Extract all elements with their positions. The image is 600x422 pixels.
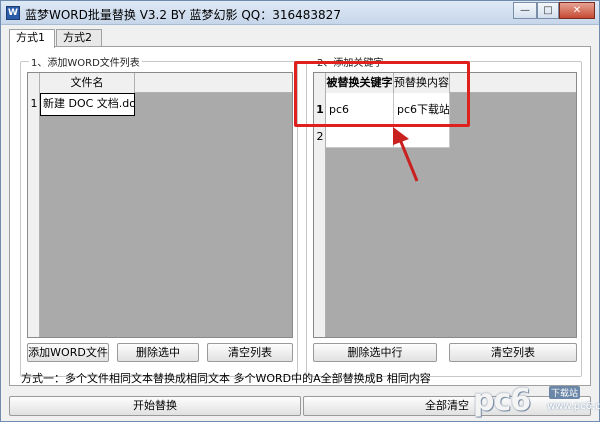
row-header-column: 1 <box>28 93 40 337</box>
pc6-watermark: pc6 下载站 www.pc6.com <box>473 383 600 418</box>
start-replace-button[interactable]: 开始替换 <box>9 396 301 416</box>
close-button[interactable]: ✕ <box>559 2 595 19</box>
word-file-group-caption: 1、添加WORD文件列表 <box>29 54 142 69</box>
annotation-arrow-icon <box>393 127 419 182</box>
window-title: 蓝梦WORD批量替换 V3.2 BY 蓝梦幻影 QQ：316483827 <box>25 8 341 22</box>
word-file-group: 1、添加WORD文件列表 文件名 1 新建 DOC 文档.doc 添加WORD文… <box>20 54 298 377</box>
add-word-file-button[interactable]: 添加WORD文件 <box>27 343 109 362</box>
maximize-button[interactable]: □ <box>537 2 559 19</box>
tab-method-2[interactable]: 方式2 <box>56 29 102 47</box>
watermark-logo: pc6 <box>473 383 531 418</box>
tab-method-1[interactable]: 方式1 <box>9 29 55 48</box>
method-hint-text: 方式一：多个文件相同文本替换成相同文本 多个WORD中的A全部替换成B 相同内容 <box>21 372 431 385</box>
main-window: W 蓝梦WORD批量替换 V3.2 BY 蓝梦幻影 QQ：316483827 —… <box>0 0 600 422</box>
highlight-box <box>294 61 470 127</box>
table-header: 文件名 <box>28 73 292 93</box>
row-number[interactable]: 1 <box>28 93 40 115</box>
column-header-filename[interactable]: 文件名 <box>40 73 135 93</box>
app-icon: W <box>6 6 20 20</box>
keyword-cell[interactable] <box>326 126 394 148</box>
keyword-row-header-column: 1 2 <box>314 93 326 337</box>
word-file-table[interactable]: 文件名 1 新建 DOC 文档.doc <box>27 72 293 338</box>
delete-selected-file-button[interactable]: 删除选中 <box>117 343 199 362</box>
watermark-badge: 下载站 <box>549 386 581 399</box>
clear-file-list-button[interactable]: 清空列表 <box>207 343 293 362</box>
filename-cell[interactable]: 新建 DOC 文档.doc <box>40 93 135 116</box>
delete-selected-row-button[interactable]: 删除选中行 <box>313 343 437 362</box>
keyword-row-number[interactable]: 2 <box>314 126 326 148</box>
minimize-button[interactable]: — <box>513 2 537 19</box>
title-bar[interactable]: W 蓝梦WORD批量替换 V3.2 BY 蓝梦幻影 QQ：316483827 —… <box>1 1 599 25</box>
table-corner <box>28 73 40 93</box>
watermark-url: www.pc6.com <box>547 401 600 412</box>
clear-keyword-list-button[interactable]: 清空列表 <box>449 343 577 362</box>
